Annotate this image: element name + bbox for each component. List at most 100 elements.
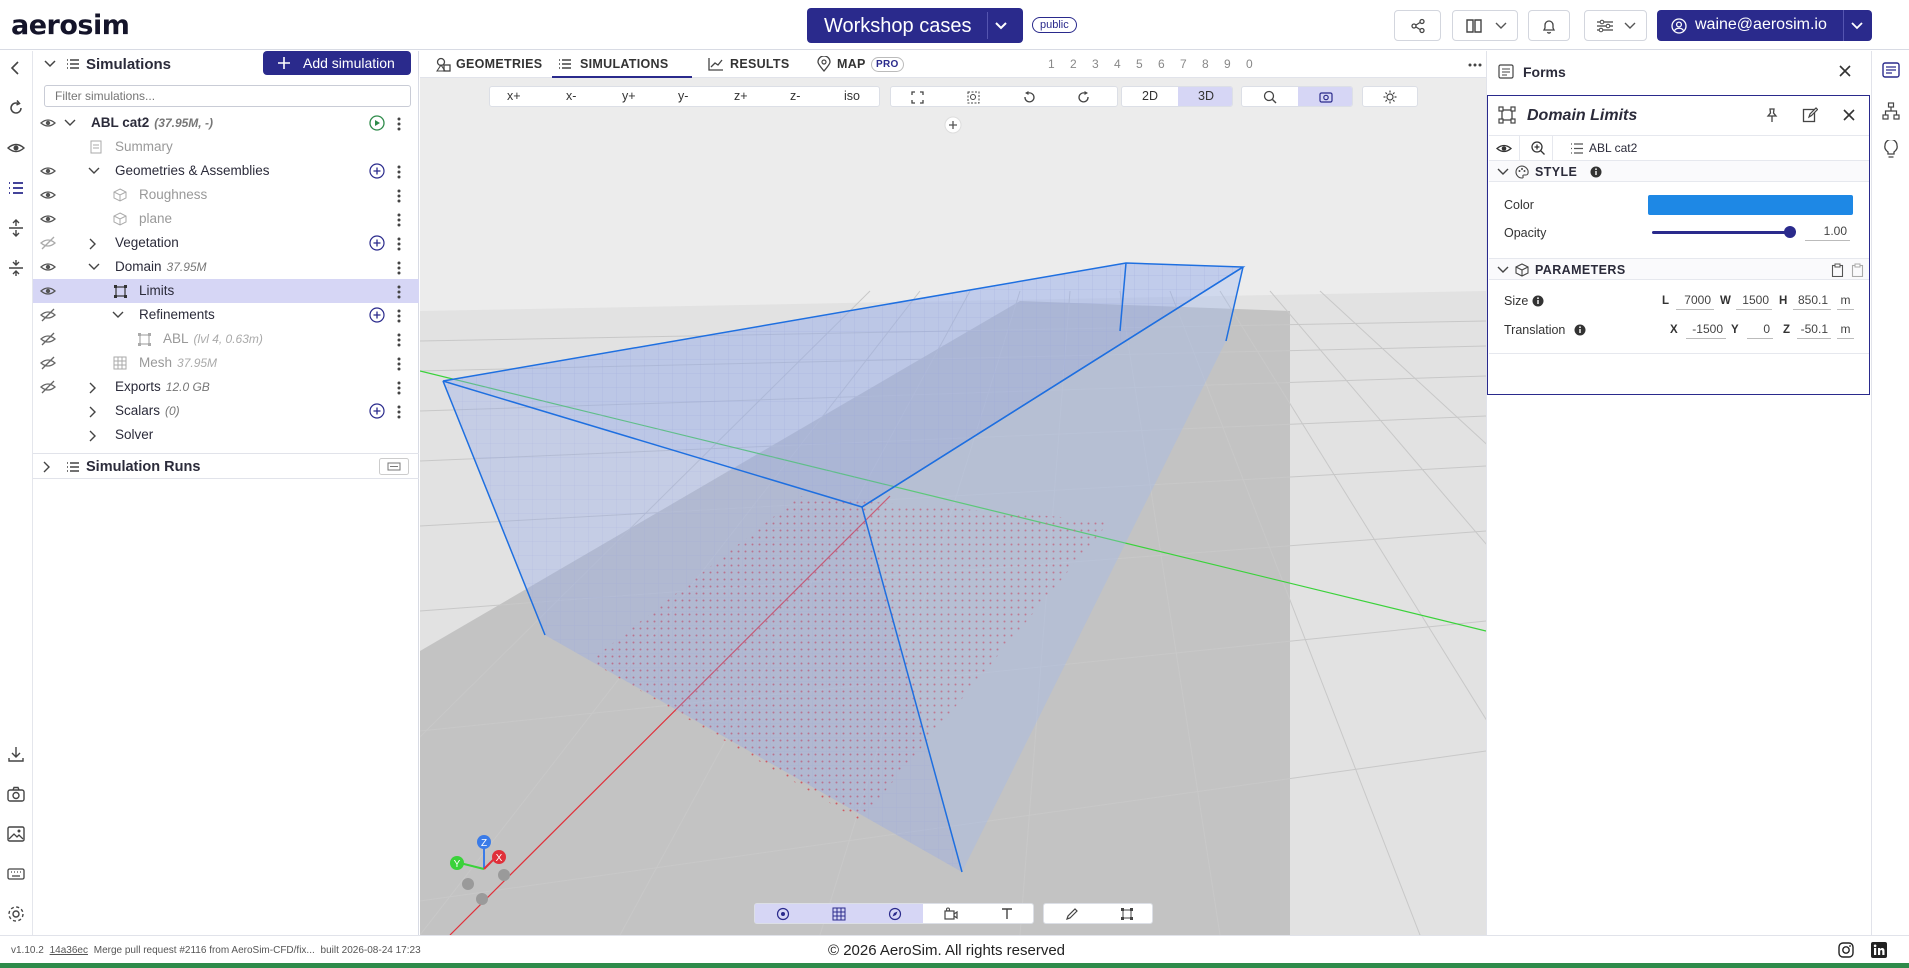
rotate-right-icon[interactable]	[1078, 91, 1091, 104]
opacity-slider-track[interactable]	[1652, 231, 1790, 234]
mode-3d-button[interactable]: 3D	[1178, 87, 1232, 106]
refresh-icon[interactable]	[6, 98, 26, 118]
target-icon[interactable]	[776, 907, 790, 921]
settings-menu-button[interactable]	[1584, 10, 1647, 41]
chevron-right-icon[interactable]	[87, 237, 99, 251]
add-circle-icon[interactable]	[369, 235, 385, 251]
translation-z-input[interactable]: -50.1	[1797, 322, 1831, 339]
eye-icon[interactable]	[40, 164, 56, 178]
camera-preset-0[interactable]: 0	[1246, 57, 1253, 71]
translation-y-input[interactable]: 0	[1747, 322, 1773, 339]
view-z-minus[interactable]: z-	[790, 89, 800, 103]
chevron-right-icon[interactable]	[87, 381, 99, 395]
gear-icon[interactable]	[6, 904, 26, 924]
tab-simulations[interactable]: SIMULATIONS	[552, 51, 692, 78]
panel-icon[interactable]	[379, 458, 409, 475]
kebab-menu-icon[interactable]	[396, 404, 402, 420]
kebab-menu-icon[interactable]	[396, 236, 402, 252]
tree-row-refinements[interactable]: Refinements	[33, 303, 419, 327]
grid-icon[interactable]	[832, 907, 846, 921]
rotate-left-icon[interactable]	[1022, 91, 1035, 104]
play-icon[interactable]	[369, 115, 385, 131]
tree-row-vegetation[interactable]: Vegetation	[33, 231, 419, 255]
size-l-input[interactable]: 7000	[1676, 293, 1714, 310]
pencil-icon[interactable]	[1065, 907, 1079, 921]
fit-view-icon[interactable]	[911, 91, 924, 104]
simulation-runs-section[interactable]: Simulation Runs	[33, 453, 419, 479]
eye-off-icon[interactable]	[40, 308, 56, 322]
kebab-menu-icon[interactable]	[396, 380, 402, 396]
style-section-header[interactable]: STYLE	[1489, 160, 1869, 182]
compass-icon[interactable]	[888, 907, 902, 921]
view-iso[interactable]: iso	[844, 89, 860, 103]
kebab-menu-icon[interactable]	[396, 308, 402, 324]
eye-off-icon[interactable]	[40, 236, 56, 250]
paste-icon[interactable]	[1851, 263, 1864, 277]
add-simulation-button[interactable]: Add simulation	[263, 51, 411, 75]
camera-preset-6[interactable]: 6	[1158, 57, 1165, 71]
eye-icon[interactable]	[40, 188, 56, 202]
pin-icon[interactable]	[1764, 107, 1780, 123]
eye-off-icon[interactable]	[40, 380, 56, 394]
add-circle-icon[interactable]	[369, 163, 385, 179]
chevron-right-icon[interactable]	[87, 429, 99, 443]
view-y-minus[interactable]: y-	[678, 89, 688, 103]
bounding-box-icon[interactable]	[1120, 907, 1134, 921]
view-y-plus[interactable]: y+	[622, 89, 636, 103]
tab-results[interactable]: RESULTS	[704, 51, 804, 78]
chevron-down-icon[interactable]	[63, 117, 77, 129]
collapse-panel-icon[interactable]	[6, 58, 26, 78]
tree-row-limits[interactable]: Limits	[33, 279, 419, 303]
camera-preset-3[interactable]: 3	[1092, 57, 1099, 71]
size-w-input[interactable]: 1500	[1736, 293, 1772, 310]
info-icon[interactable]	[1532, 295, 1544, 307]
camera-preset-9[interactable]: 9	[1224, 57, 1231, 71]
chevron-down-icon[interactable]	[1497, 265, 1509, 275]
close-icon[interactable]	[1842, 108, 1856, 122]
tab-geometries[interactable]: GEOMETRIES	[432, 51, 544, 78]
collapse-vertical-icon[interactable]	[6, 258, 26, 278]
tree-row-solver[interactable]: Solver	[33, 423, 419, 447]
tree-row-abl-refinement[interactable]: ABL (lvl 4, 0.63m)	[33, 327, 419, 351]
logo[interactable]: aerosim	[11, 10, 130, 41]
info-icon[interactable]	[1590, 166, 1602, 178]
chevron-down-icon[interactable]	[87, 165, 101, 177]
filter-simulations-input[interactable]	[44, 85, 411, 107]
view-x-minus[interactable]: x-	[566, 89, 576, 103]
kebab-menu-icon[interactable]	[396, 212, 402, 228]
eye-icon[interactable]	[40, 116, 56, 130]
instagram-icon[interactable]	[1838, 942, 1854, 958]
more-icon[interactable]	[1468, 62, 1482, 68]
project-selector[interactable]: Workshop cases	[807, 8, 1023, 43]
eye-icon[interactable]	[40, 212, 56, 226]
camera-preset-4[interactable]: 4	[1114, 57, 1121, 71]
info-icon[interactable]	[1574, 324, 1586, 336]
chevron-down-icon[interactable]	[43, 57, 57, 71]
scene-canvas[interactable]: Z Y X	[420, 51, 1486, 935]
chevron-right-icon[interactable]	[87, 405, 99, 419]
video-camera-icon[interactable]	[944, 907, 958, 921]
add-marker[interactable]	[944, 116, 962, 134]
3d-viewport[interactable]: Z Y X	[420, 51, 1486, 935]
translation-x-input[interactable]: -1500	[1686, 322, 1726, 339]
kebab-menu-icon[interactable]	[396, 164, 402, 180]
zoom-selection-icon[interactable]	[967, 91, 980, 104]
add-circle-icon[interactable]	[369, 307, 385, 323]
search-icon[interactable]	[1263, 90, 1277, 104]
download-icon[interactable]	[6, 744, 26, 764]
kebab-menu-icon[interactable]	[396, 260, 402, 276]
camera-preset-2[interactable]: 2	[1070, 57, 1077, 71]
tree-row-geometries[interactable]: Geometries & Assemblies	[33, 159, 419, 183]
text-icon[interactable]	[1000, 907, 1014, 921]
view-x-plus[interactable]: x+	[507, 89, 521, 103]
notifications-button[interactable]	[1528, 10, 1570, 41]
eye-off-icon[interactable]	[40, 356, 56, 370]
breadcrumb[interactable]: ABL cat2	[1589, 141, 1637, 155]
camera-preset-5[interactable]: 5	[1136, 57, 1143, 71]
camera-icon[interactable]	[6, 784, 26, 804]
camera-preset-1[interactable]: 1	[1048, 57, 1055, 71]
camera-preset-7[interactable]: 7	[1180, 57, 1187, 71]
size-h-input[interactable]: 850.1	[1793, 293, 1831, 310]
kebab-menu-icon[interactable]	[396, 284, 402, 300]
expand-vertical-icon[interactable]	[6, 218, 26, 238]
